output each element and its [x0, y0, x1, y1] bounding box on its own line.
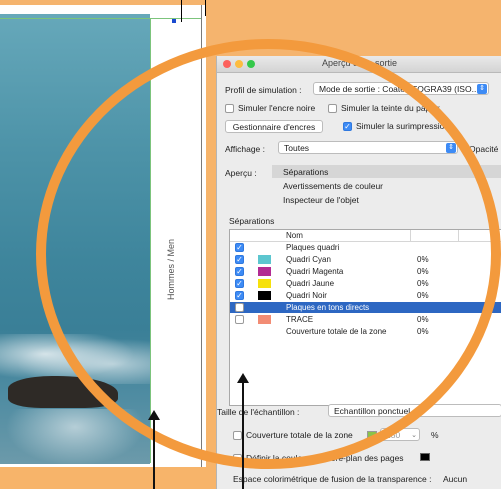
output-preview-panel: Aperçu de la sortie Profil de simulation… — [216, 56, 501, 489]
title-bar[interactable]: Aperçu de la sortie — [217, 56, 501, 73]
coverage-highlight-swatch[interactable] — [367, 431, 377, 439]
separation-percent: 0% — [417, 279, 429, 288]
transparency-blend-space-value: Aucun — [443, 474, 468, 484]
separation-row[interactable]: ✓ Quadri Cyan 0% — [230, 254, 501, 265]
trace-swatch — [258, 315, 271, 324]
chevron-updown-icon: ⇕ — [477, 84, 487, 94]
separation-row[interactable]: ✓ Quadri Noir 0% — [230, 290, 501, 301]
separation-row[interactable]: ✓ Plaques quadri — [230, 242, 501, 253]
simulate-black-ink-checkbox[interactable] — [225, 104, 234, 113]
preview-option-color-warnings[interactable]: Avertissements de couleur — [283, 181, 383, 191]
separation-row[interactable]: ✓ Quadri Jaune 0% — [230, 278, 501, 289]
separation-percent: 0% — [417, 267, 429, 276]
separation-visibility-checkbox[interactable] — [235, 303, 244, 312]
separations-table: Nom ✓ Plaques quadri ✓ Quadri Cyan 0% ✓ … — [229, 229, 501, 406]
preview-option-object-inspector[interactable]: Inspecteur de l'objet — [283, 195, 359, 205]
pointer-arrow — [148, 410, 160, 489]
simulate-paper-label: Simuler la teinte du papier — [341, 103, 440, 113]
separation-visibility-checkbox[interactable]: ✓ — [235, 279, 244, 288]
separation-name: Quadri Magenta — [286, 267, 344, 276]
separation-name: Quadri Jaune — [286, 279, 335, 288]
separation-percent: 0% — [417, 327, 429, 336]
page-background-color-label: Définir la couleur d'arrière-plan des pa… — [246, 453, 404, 463]
wave-foam-lower — [0, 409, 150, 464]
column-divider — [458, 230, 459, 241]
sample-size-value: Echantillon ponctuel — [334, 406, 411, 416]
separation-visibility-checkbox[interactable]: ✓ — [235, 267, 244, 276]
total-area-coverage-label: Couverture totale de la zone — [246, 430, 353, 440]
simulation-profile-select[interactable]: Mode de sortie : Coated FOGRA39 (ISO... … — [313, 82, 489, 95]
rock — [8, 376, 118, 408]
yellow-swatch — [258, 279, 271, 288]
ink-manager-button[interactable]: Gestionnaire d'encres — [225, 120, 323, 133]
separation-name: Plaques quadri — [286, 243, 340, 252]
simulation-profile-value: Mode de sortie : Coated FOGRA39 (ISO... — [319, 84, 479, 94]
magenta-swatch — [258, 267, 271, 276]
coverage-value-field[interactable]: 280 ⌄ — [380, 428, 420, 441]
simulation-profile-label: Profil de simulation : — [225, 85, 302, 95]
simulate-black-ink-label: Simuler l'encre noire — [238, 103, 316, 113]
preview-label: Aperçu : — [225, 168, 257, 178]
vertical-section-label: Hommes / Men — [166, 238, 176, 300]
separation-visibility-checkbox[interactable] — [235, 315, 244, 324]
transparency-blend-space-label: Espace colorimétrique de fusion de la tr… — [233, 474, 432, 484]
separation-row[interactable]: ✓ Quadri Magenta 0% — [230, 266, 501, 277]
total-area-coverage-checkbox[interactable] — [233, 431, 242, 440]
column-name-header: Nom — [286, 231, 303, 240]
separation-row[interactable]: TRACE 0% — [230, 314, 501, 325]
separation-name: Quadri Noir — [286, 291, 327, 300]
separation-visibility-checkbox[interactable]: ✓ — [235, 291, 244, 300]
ocean-photo[interactable] — [0, 14, 150, 464]
simulate-overprint-label: Simuler la surimpression — [356, 121, 450, 131]
separation-visibility-checkbox[interactable]: ✓ — [235, 255, 244, 264]
separation-name: Quadri Cyan — [286, 255, 331, 264]
opacity-label: Opacité — [469, 144, 499, 154]
window-title: Aperçu de la sortie — [321, 58, 398, 68]
separations-section-label: Séparations — [229, 216, 275, 226]
simulate-paper-checkbox[interactable] — [328, 104, 337, 113]
chevron-updown-icon: ⇕ — [446, 143, 456, 153]
separation-name: TRACE — [286, 315, 314, 324]
chevron-down-icon: ⌄ — [411, 432, 417, 439]
separation-percent: 0% — [417, 291, 429, 300]
separation-row[interactable]: Couverture totale de la zone 0% — [230, 326, 501, 337]
separation-name: Plaques en tons directs — [286, 303, 370, 312]
cyan-swatch — [258, 255, 271, 264]
black-swatch — [258, 291, 271, 300]
separation-percent: 0% — [417, 255, 429, 264]
separation-row-selected[interactable]: Plaques en tons directs — [230, 302, 501, 313]
display-label: Affichage : — [225, 144, 266, 154]
simulate-overprint-checkbox[interactable]: ✓ — [343, 122, 352, 131]
column-divider — [410, 230, 411, 241]
frame-handle[interactable] — [172, 19, 176, 23]
margin-guide-top — [0, 18, 201, 19]
coverage-value: 280 — [386, 430, 401, 440]
page-background-color-checkbox[interactable] — [233, 454, 242, 463]
separation-name: Couverture totale de la zone — [286, 327, 387, 336]
table-header: Nom — [230, 230, 501, 242]
margin-guide-right — [150, 18, 151, 463]
separation-percent: 0% — [417, 315, 429, 324]
sample-size-label: Taille de l'échantillon : — [217, 407, 300, 417]
pointer-arrow — [237, 373, 249, 489]
coverage-unit: % — [431, 430, 439, 440]
page-background-swatch[interactable] — [420, 453, 430, 461]
preview-option-separations[interactable]: Séparations — [283, 167, 328, 177]
separation-visibility-checkbox[interactable]: ✓ — [235, 243, 244, 252]
display-select[interactable]: Toutes ⇕ — [278, 141, 458, 154]
display-value: Toutes — [284, 143, 310, 153]
sample-size-select[interactable]: Echantillon ponctuel — [328, 404, 501, 417]
crop-mark — [205, 0, 206, 16]
crop-mark — [181, 0, 182, 22]
page-edge — [201, 5, 202, 467]
